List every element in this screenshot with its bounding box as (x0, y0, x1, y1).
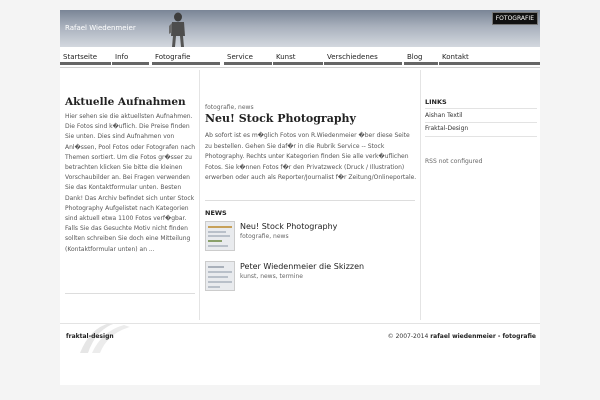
copyright-owner: rafael wiedenmeier - fotografie (430, 333, 536, 340)
link-fraktal-design[interactable]: Fraktal-Design (425, 125, 468, 132)
news-item[interactable]: Neu! Stock Photography fotografie, news (205, 221, 417, 255)
news-item-categories[interactable]: fotografie, news (240, 233, 289, 240)
nav-item-info[interactable]: Info (112, 51, 149, 65)
left-column: Aktuelle Aufnahmen Hier sehen sie die ak… (60, 70, 199, 320)
nav-item-service[interactable]: Service (224, 51, 272, 65)
rss-status: RSS not configured (425, 158, 483, 165)
header-banner: Rafael Wiedenmeier FOTOGRAFIE (60, 10, 540, 47)
nav-divider (60, 67, 540, 68)
column-divider-left (199, 70, 200, 320)
page: Rafael Wiedenmeier FOTOGRAFIE Startseite… (60, 10, 540, 385)
links-divider (425, 136, 537, 137)
left-divider (65, 293, 195, 294)
link-aishan-textil[interactable]: Aishan Textil (425, 112, 463, 119)
main-navigation: Startseite Info Fotografie Service Kunst… (60, 51, 540, 65)
nav-item-kunst[interactable]: Kunst (273, 51, 323, 65)
nav-item-verschiedenes[interactable]: Verschiedenes (324, 51, 402, 65)
main-column: fotografie, news Neu! Stock Photography … (201, 70, 420, 320)
nav-item-fotografie[interactable]: Fotografie (152, 51, 220, 65)
links-divider (425, 122, 537, 123)
news-heading: NEWS (205, 209, 227, 217)
links-heading: LINKS (425, 98, 447, 106)
left-intro-text: Hier sehen sie die aktuellsten Aufnahmen… (65, 113, 196, 253)
nav-item-startseite[interactable]: Startseite (60, 51, 111, 65)
footer-divider (60, 323, 540, 324)
news-thumbnail[interactable] (205, 261, 235, 291)
post-categories[interactable]: fotografie, news (205, 104, 254, 111)
links-divider (425, 108, 537, 109)
site-title[interactable]: Rafael Wiedenmeier (65, 24, 136, 32)
copyright-prefix: © 2007-2014 (387, 333, 431, 340)
news-thumbnail[interactable] (205, 221, 235, 251)
category-badge: FOTOGRAFIE (491, 12, 538, 25)
header-photo-figure (169, 12, 185, 47)
news-item-categories[interactable]: kunst, news, termine (240, 273, 303, 280)
post-body: Ab sofort ist es m�glich Fotos von R.Wie… (205, 132, 417, 181)
main-divider (205, 200, 415, 201)
post-title[interactable]: Neu! Stock Photography (205, 112, 356, 125)
footer-copyright: © 2007-2014 rafael wiedenmeier - fotogra… (388, 333, 536, 340)
column-divider-right (420, 70, 421, 320)
news-item-title[interactable]: Peter Wiedenmeier die Skizzen (240, 262, 364, 271)
footer-logo-text[interactable]: fraktal-design (66, 333, 114, 340)
nav-item-blog[interactable]: Blog (404, 51, 438, 65)
left-heading: Aktuelle Aufnahmen (65, 96, 186, 108)
right-sidebar: LINKS Aishan Textil Fraktal-Design RSS n… (422, 70, 540, 320)
news-item-title[interactable]: Neu! Stock Photography (240, 222, 337, 231)
news-item[interactable]: Peter Wiedenmeier die Skizzen kunst, new… (205, 261, 417, 295)
nav-item-kontakt[interactable]: Kontakt (439, 51, 540, 65)
